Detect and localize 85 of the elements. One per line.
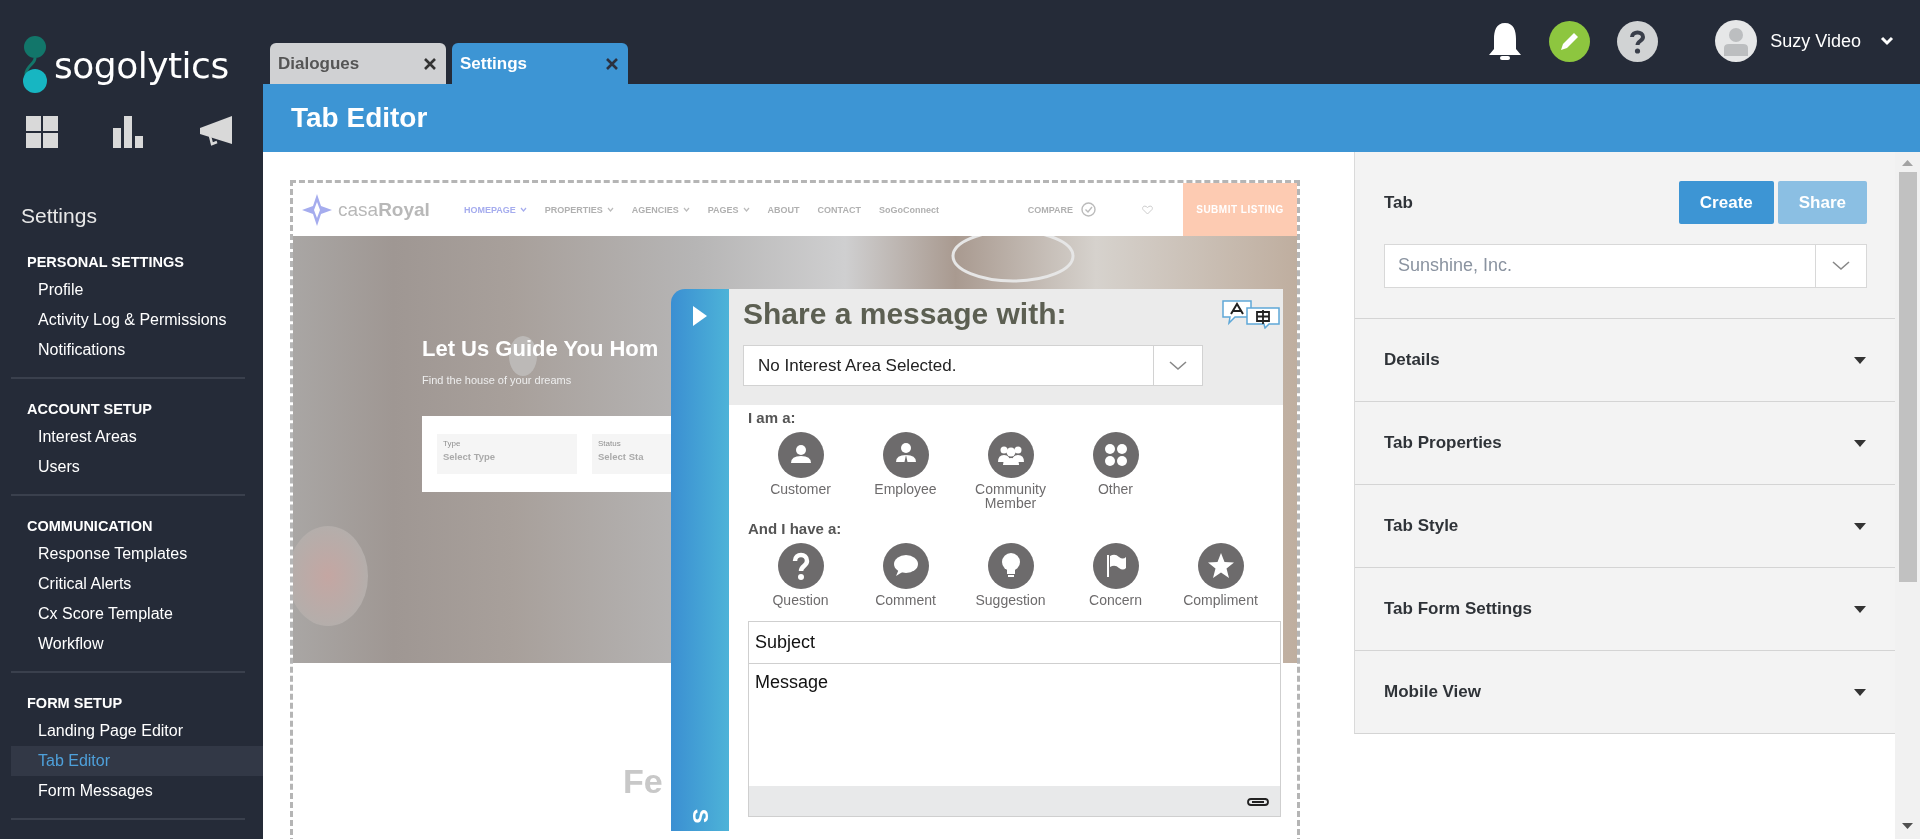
paperclip-icon[interactable] [1246,795,1270,807]
tab-select[interactable]: Sunshine, Inc. [1384,244,1867,288]
interest-area-select[interactable]: No Interest Area Selected. [743,345,1203,386]
type-option[interactable]: Comment [853,543,958,607]
scroll-down-icon[interactable] [1902,823,1913,829]
widget-title: Share a message with: [743,297,1067,331]
sidebar-item[interactable]: Critical Alerts [11,569,263,599]
type-option[interactable]: Concern [1063,543,1168,607]
caret-down-icon [742,207,750,212]
caret-down-icon [682,207,690,212]
role-label: I am a: [748,409,797,426]
play-icon[interactable] [693,306,707,326]
type-label: And I have a: [748,520,843,537]
logo-icon [22,36,48,94]
translate-icon[interactable] [1221,299,1281,329]
type-option[interactable]: Suggestion [958,543,1063,607]
sidebar-item[interactable]: Form Messages [11,776,263,806]
section-heading: ACCOUNT SETUP [27,401,153,417]
help-icon[interactable] [1617,20,1659,62]
sidebar-title: Settings [21,204,98,228]
caret-down-icon [1854,439,1866,447]
message-field[interactable]: Message [748,664,1281,786]
people-icon [987,432,1034,478]
chevron-down-icon [1832,261,1850,271]
dashboard-icon[interactable] [26,116,58,148]
caret-down-icon [519,207,527,212]
user-name[interactable]: Suzy Video [1770,30,1861,52]
create-button[interactable]: Create [1678,181,1774,224]
side-tab-label: S [689,808,711,824]
hero-title: Let Us Guide You Hom [422,336,660,362]
caret-down-icon [1854,605,1866,613]
tab[interactable]: Dialogues [270,43,446,84]
speech-bubble-icon [882,543,929,589]
chevron-down-icon[interactable] [1880,36,1894,46]
page-title: Tab Editor [291,102,428,134]
bell-icon[interactable] [1488,21,1523,61]
role-option[interactable]: Employee [853,432,958,510]
section-heading: COMMUNICATION [27,518,154,534]
role-option[interactable]: Other [1063,432,1168,510]
flag-icon [1092,543,1139,589]
bar-chart-icon[interactable] [113,116,145,148]
sidebar-item[interactable]: Activity Log & Permissions [11,305,263,335]
caret-down-icon [1854,522,1866,530]
avatar-icon[interactable] [1715,20,1758,62]
caret-down-icon [1854,688,1866,696]
sidebar-item[interactable]: Response Templates [11,539,263,569]
side-tab[interactable]: S [671,289,729,831]
section-heading: PERSONAL SETTINGS [27,254,185,270]
select-field[interactable]: Type Select Type [437,434,577,474]
tab[interactable]: Settings [452,43,628,84]
type-option[interactable]: Compliment [1168,543,1273,607]
panel-title: Tab [1384,192,1413,213]
accordion-header[interactable]: Mobile View [1355,651,1895,733]
close-icon[interactable] [424,57,436,70]
lightbulb-icon [987,543,1034,589]
caret-down-icon [1854,356,1866,364]
brand-name: sogolytics [54,44,229,86]
type-option[interactable]: Question [748,543,853,607]
close-icon[interactable] [606,57,618,70]
person-icon [777,432,824,478]
sidebar-item[interactable]: Tab Editor [11,746,263,776]
sidebar-item[interactable]: Workflow [11,629,263,659]
chevron-down-icon [1169,360,1187,371]
subject-field[interactable]: Subject [748,621,1281,664]
four-dots-icon [1092,432,1139,478]
sidebar-item[interactable]: Landing Page Editor [11,716,263,746]
sidebar-item[interactable]: Cx Score Template [11,599,263,629]
section-heading: FORM SETUP [27,695,124,711]
megaphone-icon[interactable] [200,116,234,148]
employee-icon [882,432,929,478]
sidebar-item[interactable]: Notifications [11,335,263,365]
site-logo: casaRoyal [338,198,430,221]
sidebar-item[interactable]: Interest Areas [11,422,263,452]
caret-down-icon [606,207,614,212]
scrollbar[interactable] [1895,152,1920,839]
role-option[interactable]: Community Member [958,432,1063,510]
sidebar-item[interactable]: Users [11,452,263,482]
question-icon [777,543,824,589]
site-logo-icon [302,193,332,226]
sidebar-item[interactable]: Profile [11,275,263,305]
select-field[interactable]: Status Select Sta [592,434,671,474]
hero-subtitle: Find the house of your dreams [422,374,573,386]
role-option[interactable]: Customer [748,432,853,510]
pencil-icon[interactable] [1549,20,1591,62]
check-circle-icon [1081,202,1096,217]
